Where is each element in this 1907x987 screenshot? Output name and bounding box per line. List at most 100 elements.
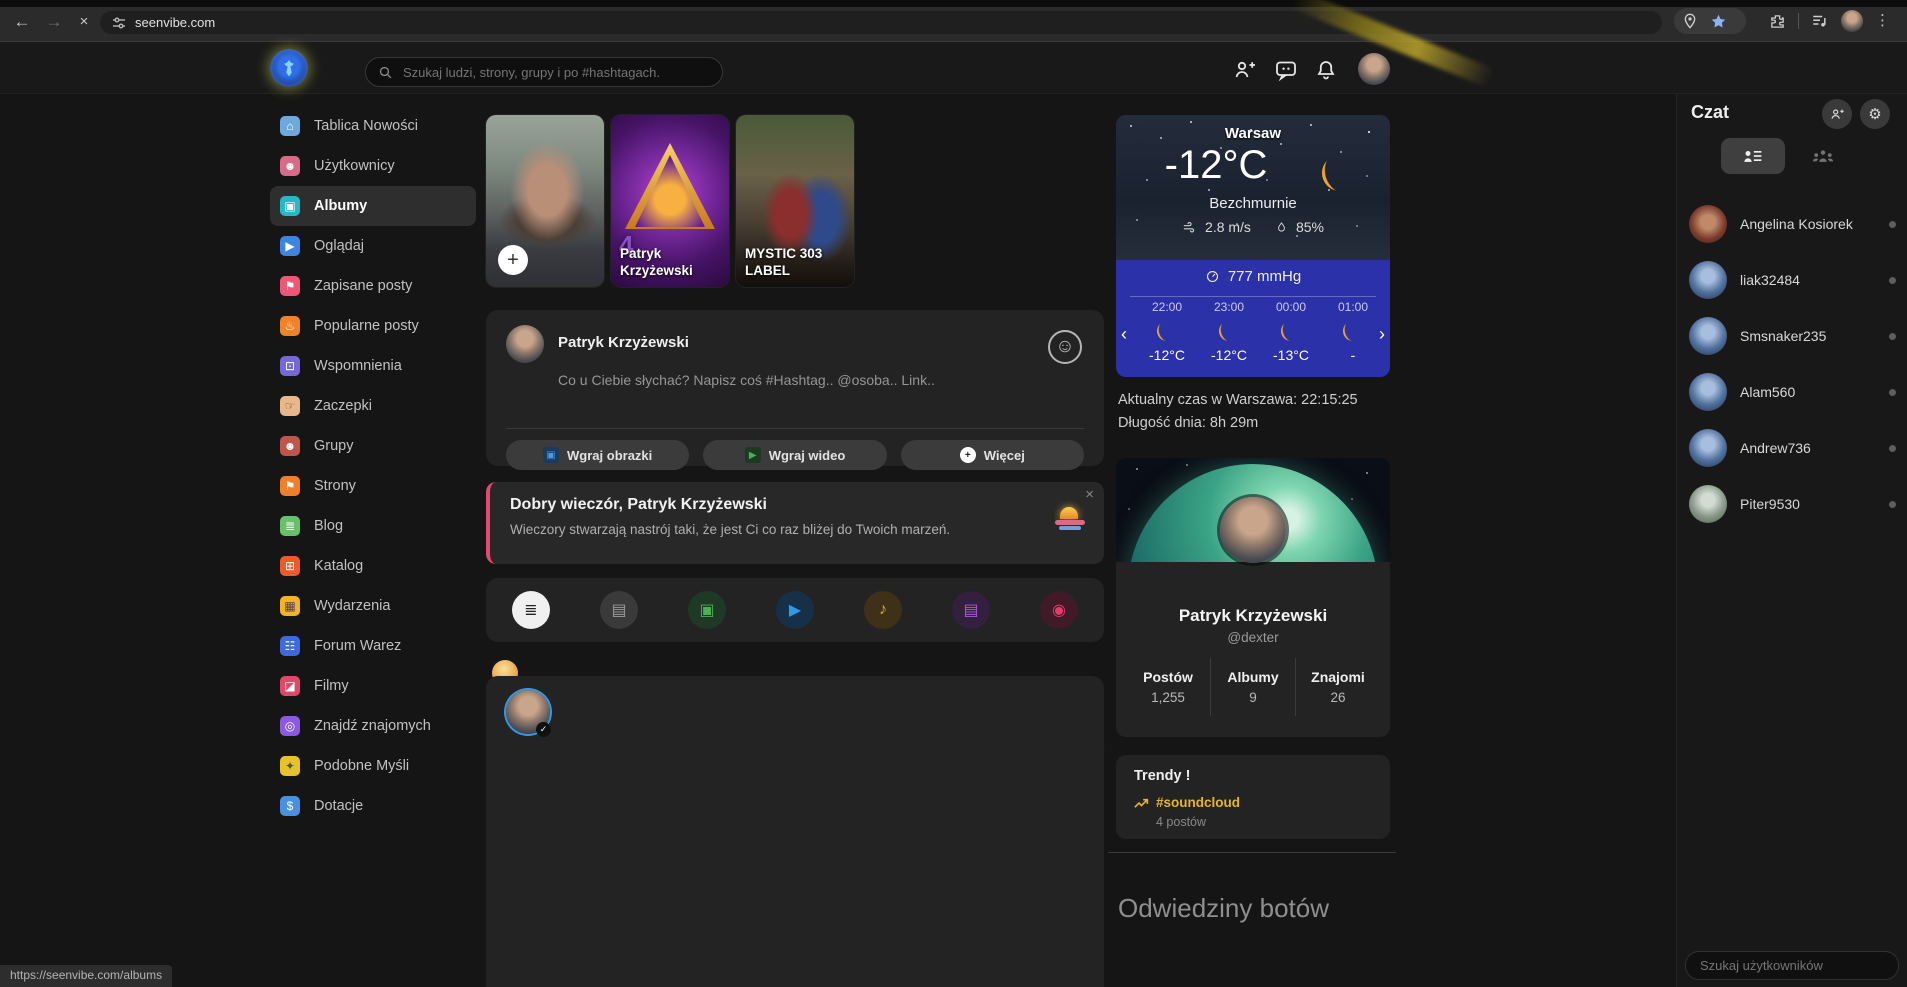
sidebar-label: Użytkownicy — [314, 158, 395, 174]
sidebar-item-podobne-mysli[interactable]: ✦Podobne Myśli — [270, 746, 476, 786]
emoji-picker-icon[interactable]: ☺ — [1048, 330, 1082, 364]
sidebar-item-wydarzenia[interactable]: ▦Wydarzenia — [270, 586, 476, 626]
location-icon[interactable] — [1682, 13, 1698, 29]
chat-user-row[interactable]: Alam560 — [1677, 364, 1907, 420]
stat-albums[interactable]: Albumy 9 — [1210, 658, 1295, 716]
browser-back-button[interactable]: ← — [10, 11, 34, 33]
composer-avatar[interactable] — [506, 325, 544, 363]
chat-user-row[interactable]: Smsnaker235 — [1677, 308, 1907, 364]
trend-item[interactable]: #soundcloud — [1134, 795, 1240, 810]
story-card[interactable]: 4 Patryk Krzyżewski — [611, 115, 729, 287]
stat-posts[interactable]: Postów 1,255 — [1126, 658, 1210, 716]
trend-hashtag[interactable]: #soundcloud — [1156, 795, 1240, 810]
composer-input[interactable]: Co u Ciebie słychać? Napisz coś #Hashtag… — [558, 372, 1038, 388]
chevron-left-icon[interactable]: ‹ — [1121, 324, 1127, 345]
sidebar-item-wspomnienia[interactable]: ⊡Wspomnienia — [270, 346, 476, 386]
sidebar-label: Blog — [314, 518, 343, 534]
global-search-input[interactable] — [401, 64, 710, 81]
add-friend-icon[interactable] — [1233, 58, 1257, 82]
chat-add-group-button[interactable] — [1822, 99, 1852, 129]
chat-user-name: Andrew736 — [1740, 440, 1876, 456]
chat-user-row[interactable]: liak32484 — [1677, 252, 1907, 308]
groups-icon: ☻ — [280, 436, 300, 456]
url-text: seenvibe.com — [135, 15, 215, 30]
sidebar-item-uzytkownicy[interactable]: ☻Użytkownicy — [270, 146, 476, 186]
sidebar-label: Podobne Myśli — [314, 758, 409, 774]
profile-name[interactable]: Patryk Krzyżewski — [1116, 606, 1390, 626]
stat-label: Postów — [1143, 669, 1193, 685]
sidebar-label: Zaczepki — [314, 398, 372, 414]
sidebar-label: Wspomnienia — [314, 358, 402, 374]
status-bar-link: https://seenvibe.com/albums — [0, 965, 172, 987]
status-filter-icon[interactable]: ▤ — [600, 591, 638, 629]
chat-settings-button[interactable]: ⚙ — [1860, 99, 1890, 129]
sidebar-item-grupy[interactable]: ☻Grupy — [270, 426, 476, 466]
music-filter-icon[interactable]: ♪ — [864, 591, 902, 629]
sidebar-item-strony[interactable]: ⚑Strony — [270, 466, 476, 506]
sidebar-item-dotacje[interactable]: $Dotacje — [270, 786, 476, 826]
left-sidebar: ⌂Tablica Nowości ☻Użytkownicy ▣Albumy ▶O… — [270, 106, 476, 826]
site-logo[interactable] — [270, 49, 308, 87]
messages-icon[interactable] — [1274, 58, 1298, 82]
notifications-bell-icon[interactable] — [1314, 58, 1338, 82]
more-button[interactable]: + Więcej — [901, 440, 1084, 470]
articles-filter-icon[interactable]: ≣ — [512, 591, 550, 629]
hour-time: 22:00 — [1152, 300, 1182, 314]
browser-menu-icon[interactable]: ⋮ — [1875, 8, 1890, 34]
site-info-icon[interactable] — [112, 16, 126, 30]
sidebar-item-popularne-posty[interactable]: ♨Popularne posty — [270, 306, 476, 346]
poke-icon: ☞ — [280, 396, 300, 416]
status-dot — [1889, 221, 1896, 228]
status-dot — [1889, 333, 1896, 340]
global-search[interactable] — [365, 57, 723, 87]
browser-address-bar[interactable]: seenvibe.com — [100, 11, 1662, 34]
chat-user-row[interactable]: Piter9530 — [1677, 476, 1907, 532]
header-avatar[interactable] — [1358, 53, 1390, 85]
chat-user-row[interactable]: Angelina Kosiorek — [1677, 196, 1907, 252]
upload-images-button[interactable]: ▣ Wgraj obrazki — [506, 440, 689, 470]
current-time-label: Aktualny czas w Warszawa: 22:15:25 — [1118, 392, 1358, 408]
sidebar-item-filmy[interactable]: ◪Filmy — [270, 666, 476, 706]
chat-tab-groups[interactable] — [1809, 144, 1837, 168]
chat-user-row[interactable]: Andrew736 — [1677, 420, 1907, 476]
moon-icon — [1281, 321, 1301, 341]
sidebar-item-zapisane-posty[interactable]: ⚑Zapisane posty — [270, 266, 476, 306]
close-icon[interactable]: × — [1085, 486, 1094, 503]
weather-condition: Bezchmurnie — [1116, 195, 1390, 212]
upload-video-button[interactable]: ▶ Wgraj wideo — [703, 440, 886, 470]
images-filter-icon[interactable]: ▣ — [688, 591, 726, 629]
chat-search-input[interactable] — [1698, 957, 1886, 974]
hourly-forecast: 22:00 -12°C 23:00 -12°C 00:00 -13°C — [1116, 300, 1390, 377]
story-card[interactable]: MYSTIC 303 LABEL — [736, 115, 854, 287]
chat-search[interactable] — [1685, 951, 1899, 980]
stat-friends[interactable]: Znajomi 26 — [1295, 658, 1380, 716]
avatar — [1689, 317, 1727, 355]
browser-profile-avatar[interactable] — [1841, 10, 1863, 32]
sidebar-item-znajdz-znajomych[interactable]: ◎Znajdź znajomych — [270, 706, 476, 746]
sidebar-item-forum-warez[interactable]: ☷Forum Warez — [270, 626, 476, 666]
screen: ← → × seenvibe.com — [0, 0, 1907, 987]
feed-post — [486, 676, 1104, 987]
section-divider — [1108, 852, 1396, 853]
profile-avatar[interactable] — [1220, 497, 1286, 563]
browser-forward-button[interactable]: → — [42, 11, 66, 33]
sidebar-item-tablica-nowosci[interactable]: ⌂Tablica Nowości — [270, 106, 476, 146]
sunset-icon — [1052, 505, 1088, 535]
extensions-icon[interactable] — [1769, 13, 1786, 30]
bookmark-star-icon[interactable] — [1710, 13, 1727, 30]
sidebar-item-katalog[interactable]: ⊞Katalog — [270, 546, 476, 586]
chevron-right-icon[interactable]: › — [1379, 324, 1385, 345]
media-controls-icon[interactable] — [1811, 12, 1829, 30]
add-story-plus-icon[interactable]: + — [498, 245, 528, 275]
chat-tab-contacts[interactable] — [1721, 138, 1785, 174]
files-filter-icon[interactable]: ▤ — [952, 591, 990, 629]
reels-filter-icon[interactable]: ◉ — [1040, 591, 1078, 629]
sidebar-item-zaczepki[interactable]: ☞ Zaczepki — [270, 386, 476, 426]
sidebar-item-blog[interactable]: ≣Blog — [270, 506, 476, 546]
weather-pressure: 777 mmHg — [1228, 268, 1301, 285]
story-add-card[interactable]: + — [486, 115, 604, 287]
sidebar-item-ogladaj[interactable]: ▶Oglądaj — [270, 226, 476, 266]
videos-filter-icon[interactable]: ▶ — [776, 591, 814, 629]
sidebar-item-albumy[interactable]: ▣Albumy — [270, 186, 476, 226]
browser-stop-button[interactable]: × — [72, 11, 96, 33]
